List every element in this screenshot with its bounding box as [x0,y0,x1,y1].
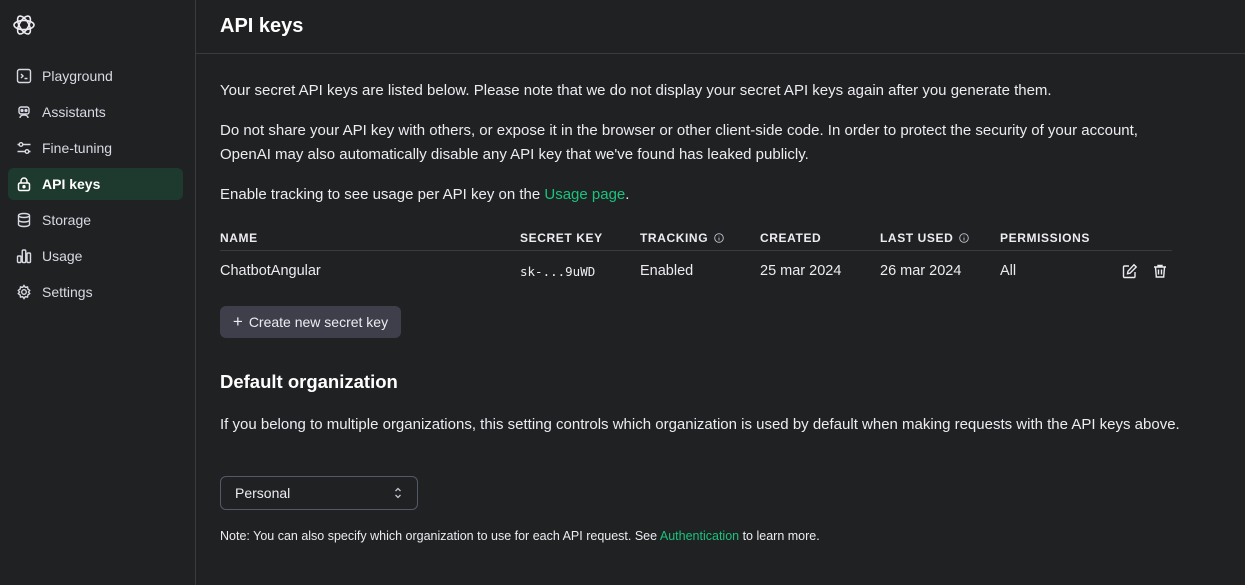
database-icon [16,212,32,228]
page-title: API keys [220,15,304,37]
column-header-name: NAME [220,230,258,245]
sidebar-item-label: Playground [42,68,113,84]
chart-icon [16,248,32,264]
create-button-label: Create new secret key [248,314,389,330]
column-header-permissions: PERMISSIONS [1000,230,1090,245]
gear-icon [16,284,32,300]
info-icon[interactable] [714,232,724,243]
created-date: 25 mar 2024 [760,263,842,279]
permissions-value: All [1000,263,1017,279]
organization-select-value: Personal [235,485,291,501]
sidebar-item-assistants[interactable]: Assistants [8,96,183,128]
table-header: NAME SECRET KEY TRACKING CREATED LAST US… [220,225,1172,251]
sidebar-item-api-keys[interactable]: API keys [8,168,183,200]
secret-key-value: sk-...9uWD [520,263,596,279]
column-header-last-used: LAST USED [880,225,1000,250]
lock-icon [16,176,32,192]
default-organization-title: Default organization [220,371,398,392]
column-header-tracking: TRACKING [640,225,760,250]
sidebar-item-storage[interactable]: Storage [8,204,183,236]
note-text: Note: You can also specify which organiz… [220,529,660,543]
usage-page-link[interactable]: Usage page [544,186,625,203]
api-keys-table: NAME SECRET KEY TRACKING CREATED LAST US… [220,225,1172,291]
sidebar-item-settings[interactable]: Settings [8,276,183,308]
usage-text: Enable tracking to see usage per API key… [220,186,545,203]
sidebar-nav: Playground Assistants Fine-tuning API ke… [8,60,183,312]
table-row: ChatbotAngular sk-...9uWD Enabled 25 mar… [220,251,1172,291]
intro-paragraph-3: Enable tracking to see usage per API key… [220,183,629,207]
create-new-secret-key-button[interactable]: + Create new secret key [220,306,401,338]
key-name: ChatbotAngular [220,263,321,279]
tracking-status: Enabled [640,263,694,279]
sidebar-item-label: API keys [42,176,101,192]
last-used-date: 26 mar 2024 [880,263,962,279]
note-text-end: to learn more. [739,529,820,543]
organization-select[interactable]: Personal [220,476,418,510]
authentication-note: Note: You can also specify which organiz… [220,529,820,543]
trash-icon[interactable] [1152,263,1168,279]
column-header-actions [1120,225,1172,250]
sidebar-item-playground[interactable]: Playground [8,60,183,92]
openai-logo-icon[interactable] [11,12,37,38]
intro-paragraph-1: Your secret API keys are listed below. P… [220,82,1052,99]
sidebar-item-fine-tuning[interactable]: Fine-tuning [8,132,183,164]
sidebar: Playground Assistants Fine-tuning API ke… [0,0,196,585]
robot-icon [16,104,32,120]
chevron-up-down-icon [395,487,401,499]
edit-icon[interactable] [1122,263,1138,279]
row-actions [1120,263,1172,279]
column-header-created: CREATED [760,230,822,245]
sidebar-item-label: Assistants [42,104,106,120]
page-header: API keys [196,0,1245,54]
sliders-icon [16,140,32,156]
sidebar-item-label: Storage [42,212,92,228]
sidebar-item-label: Fine-tuning [42,140,113,156]
column-header-last-used-label: LAST USED [880,230,954,245]
intro-paragraph-2: Do not share your API key with others, o… [220,122,1138,163]
column-header-tracking-label: TRACKING [640,230,709,245]
sidebar-item-label: Settings [42,284,93,300]
default-organization-description: If you belong to multiple organizations,… [220,416,1180,433]
info-icon[interactable] [959,232,970,243]
sidebar-item-usage[interactable]: Usage [8,240,183,272]
plus-icon: + [232,312,243,331]
terminal-icon [16,68,32,84]
authentication-link[interactable]: Authentication [660,529,739,543]
usage-text-end: . [625,186,630,203]
sidebar-item-label: Usage [42,248,83,264]
column-header-secret-key: SECRET KEY [520,230,603,245]
